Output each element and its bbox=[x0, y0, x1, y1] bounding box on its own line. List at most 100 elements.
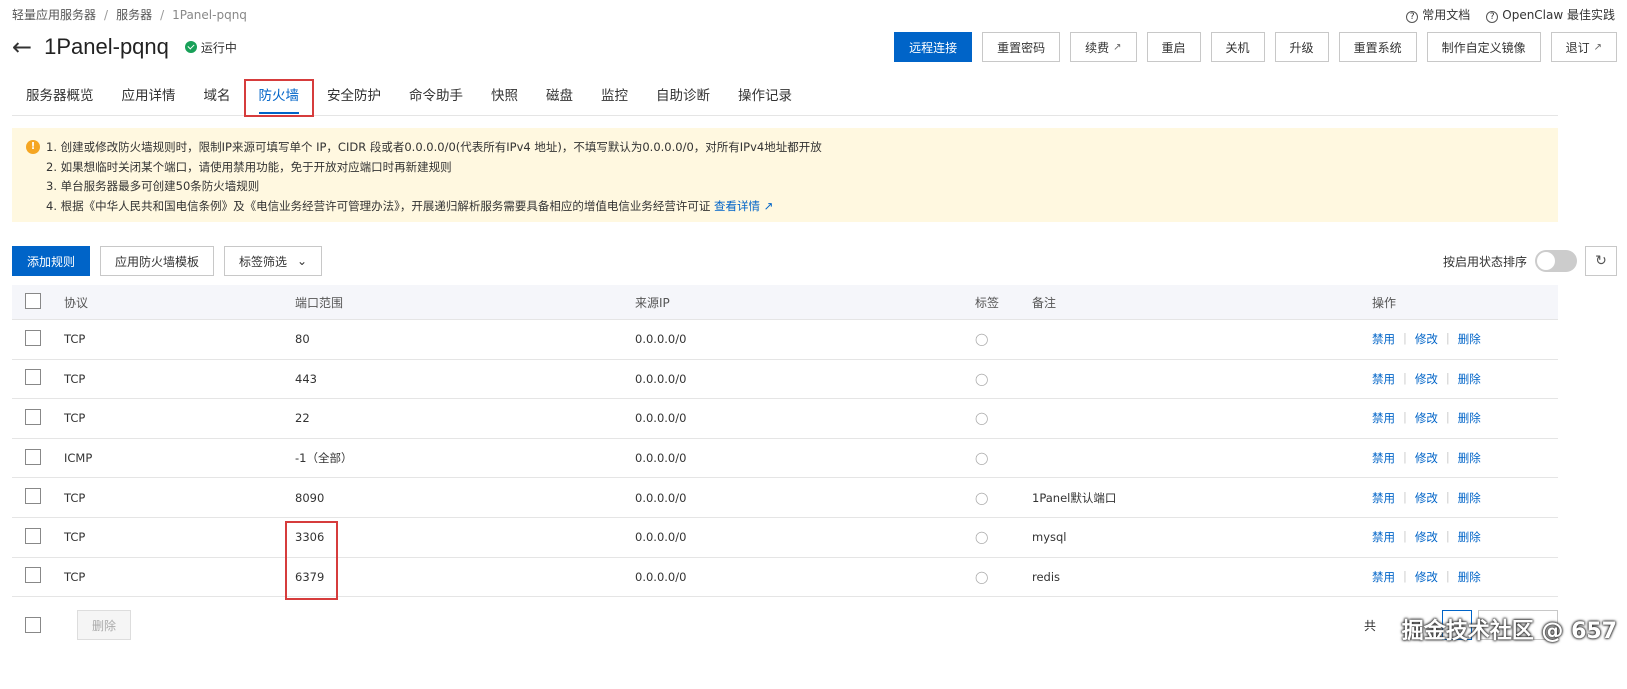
notice-banner: ! 1. 创建或修改防火墙规则时，限制IP来源可填写单个 IP，CIDR 段或者… bbox=[12, 128, 1558, 222]
cell-source: 0.0.0.0/0 bbox=[635, 451, 687, 466]
edit-link[interactable]: 修改 bbox=[1415, 450, 1438, 466]
sort-toggle[interactable] bbox=[1535, 250, 1577, 272]
cell-protocol: ICMP bbox=[64, 451, 93, 466]
op-separator: | bbox=[1403, 489, 1407, 504]
status-badge: 运行中 bbox=[184, 39, 237, 56]
breadcrumb-item-servers[interactable]: 服务器 bbox=[116, 6, 152, 23]
disable-link[interactable]: 禁用 bbox=[1372, 529, 1395, 545]
tab-self-diagnosis[interactable]: 自助诊断 bbox=[642, 80, 724, 116]
highlight-box bbox=[285, 521, 338, 600]
restart-button[interactable]: 重启 bbox=[1146, 32, 1201, 62]
external-link-icon: ↗ bbox=[1593, 41, 1602, 53]
tab-disk[interactable]: 磁盘 bbox=[532, 80, 587, 116]
delete-link[interactable]: 删除 bbox=[1458, 529, 1481, 545]
edit-link[interactable]: 修改 bbox=[1415, 331, 1438, 347]
disable-link[interactable]: 禁用 bbox=[1372, 371, 1395, 387]
docs-link[interactable]: ? 常用文档 bbox=[1406, 6, 1470, 23]
edit-link[interactable]: 修改 bbox=[1415, 371, 1438, 387]
tab-security[interactable]: 安全防护 bbox=[313, 80, 395, 116]
table-row: TCP 8090 0.0.0.0/0 ◯ 1Panel默认端口 禁用 | 修改 | 删除 bbox=[12, 478, 1558, 518]
tab-snapshot[interactable]: 快照 bbox=[477, 80, 532, 116]
cell-ops: 禁用 | 修改 | 删除 bbox=[1372, 450, 1558, 466]
tag-icon[interactable]: ◯ bbox=[975, 491, 988, 505]
row-checkbox[interactable] bbox=[25, 408, 41, 425]
disable-link[interactable]: 禁用 bbox=[1372, 569, 1395, 585]
cell-port: 8090 bbox=[295, 490, 325, 505]
firewall-table: 协议 端口范围 来源IP 标签 备注 操作 TCP 80 0.0.0.0/0 ◯ 禁用 |… bbox=[12, 285, 1558, 598]
breadcrumb-item-lighthouse[interactable]: 轻量应用服务器 bbox=[12, 6, 96, 23]
edit-link[interactable]: 修改 bbox=[1415, 529, 1438, 545]
select-all-checkbox[interactable] bbox=[25, 292, 41, 309]
cell-source: 0.0.0.0/0 bbox=[635, 490, 687, 505]
op-separator: | bbox=[1445, 529, 1450, 544]
delete-link[interactable]: 删除 bbox=[1458, 569, 1481, 585]
notice-line: 3. 单台服务器最多可创建50条防火墙规则 bbox=[46, 179, 260, 193]
delete-link[interactable]: 删除 bbox=[1458, 410, 1481, 426]
tab-operation-log[interactable]: 操作记录 bbox=[724, 80, 806, 116]
row-checkbox[interactable] bbox=[25, 527, 41, 544]
edit-link[interactable]: 修改 bbox=[1415, 569, 1438, 585]
reset-system-button[interactable]: 重置系统 bbox=[1338, 32, 1417, 62]
table-row: TCP 3306 0.0.0.0/0 ◯ mysql 禁用 | 修改 | 删除 bbox=[12, 518, 1558, 558]
disable-link[interactable]: 禁用 bbox=[1372, 490, 1395, 506]
cell-source: 0.0.0.0/0 bbox=[635, 332, 687, 347]
disable-link[interactable]: 禁用 bbox=[1372, 410, 1395, 426]
disable-link[interactable]: 禁用 bbox=[1372, 450, 1395, 466]
edit-link[interactable]: 修改 bbox=[1415, 410, 1438, 426]
unsubscribe-button[interactable]: 退订 ↗ bbox=[1550, 32, 1617, 62]
column-tag: 标签 bbox=[975, 295, 1000, 310]
column-protocol: 协议 bbox=[64, 295, 89, 310]
view-details-link[interactable]: 查看详情 ↗ bbox=[714, 199, 773, 213]
cell-port: 443 bbox=[295, 371, 317, 386]
op-separator: | bbox=[1445, 370, 1450, 385]
back-arrow-icon[interactable]: ← bbox=[12, 35, 32, 59]
toolbar: 添加规则 应用防火墙模板 标签筛选 ⌄ bbox=[12, 246, 323, 276]
row-checkbox[interactable] bbox=[25, 369, 41, 386]
tag-icon[interactable]: ◯ bbox=[975, 372, 988, 386]
upgrade-button[interactable]: 升级 bbox=[1274, 32, 1329, 62]
op-separator: | bbox=[1403, 568, 1407, 583]
table-footer: 删除 共 bbox=[12, 610, 1558, 640]
cell-ops: 禁用 | 修改 | 删除 bbox=[1372, 490, 1558, 506]
apply-template-button[interactable]: 应用防火墙模板 bbox=[100, 246, 215, 276]
tab-domain[interactable]: 域名 bbox=[190, 80, 245, 116]
select-all-checkbox-footer[interactable] bbox=[25, 617, 41, 633]
tag-filter-button[interactable]: 标签筛选 ⌄ bbox=[224, 246, 323, 276]
delete-link[interactable]: 删除 bbox=[1458, 490, 1481, 506]
cell-port: 6379 bbox=[295, 569, 325, 584]
add-rule-button[interactable]: 添加规则 bbox=[12, 246, 91, 276]
disable-link[interactable]: 禁用 bbox=[1372, 331, 1395, 347]
tab-firewall[interactable]: 防火墙 bbox=[243, 79, 314, 117]
reset-password-button[interactable]: 重置密码 bbox=[982, 32, 1061, 62]
openclaw-link[interactable]: ? OpenClaw 最佳实践 bbox=[1486, 6, 1615, 23]
cell-ops: 禁用 | 修改 | 删除 bbox=[1372, 410, 1558, 426]
row-checkbox[interactable] bbox=[25, 448, 41, 465]
tag-icon[interactable]: ◯ bbox=[975, 411, 988, 425]
tag-icon[interactable]: ◯ bbox=[975, 570, 988, 584]
cell-port: 80 bbox=[295, 332, 310, 347]
row-checkbox[interactable] bbox=[25, 329, 41, 346]
delete-link[interactable]: 删除 bbox=[1458, 331, 1481, 347]
row-checkbox[interactable] bbox=[25, 567, 41, 584]
custom-image-button[interactable]: 制作自定义镜像 bbox=[1426, 32, 1541, 62]
edit-link[interactable]: 修改 bbox=[1415, 490, 1438, 506]
tag-icon[interactable]: ◯ bbox=[975, 332, 988, 346]
shutdown-button[interactable]: 关机 bbox=[1210, 32, 1265, 62]
delete-link[interactable]: 删除 bbox=[1458, 450, 1481, 466]
notice-line: 4. 根据《中华人民共和国电信条例》及《电信业务经营许可管理办法》，开展递归解析… bbox=[46, 198, 774, 213]
cell-protocol: TCP bbox=[64, 530, 86, 545]
tab-overview[interactable]: 服务器概览 bbox=[12, 80, 108, 116]
delete-link[interactable]: 删除 bbox=[1458, 371, 1481, 387]
tab-app-details[interactable]: 应用详情 bbox=[108, 80, 190, 116]
tag-icon[interactable]: ◯ bbox=[975, 530, 988, 544]
row-checkbox[interactable] bbox=[25, 488, 41, 505]
refresh-icon[interactable]: ↻ bbox=[1585, 246, 1617, 276]
tab-command-assistant[interactable]: 命令助手 bbox=[395, 80, 477, 116]
cell-source: 0.0.0.0/0 bbox=[635, 530, 687, 545]
tag-icon[interactable]: ◯ bbox=[975, 451, 988, 465]
tab-monitor[interactable]: 监控 bbox=[587, 80, 642, 116]
remote-connect-button[interactable]: 远程连接 bbox=[894, 32, 973, 62]
renew-button[interactable]: 续费 ↗ bbox=[1070, 32, 1137, 62]
notice-line: 1. 创建或修改防火墙规则时，限制IP来源可填写单个 IP，CIDR 段或者0.… bbox=[46, 140, 822, 154]
help-icon: ? bbox=[1406, 11, 1419, 23]
